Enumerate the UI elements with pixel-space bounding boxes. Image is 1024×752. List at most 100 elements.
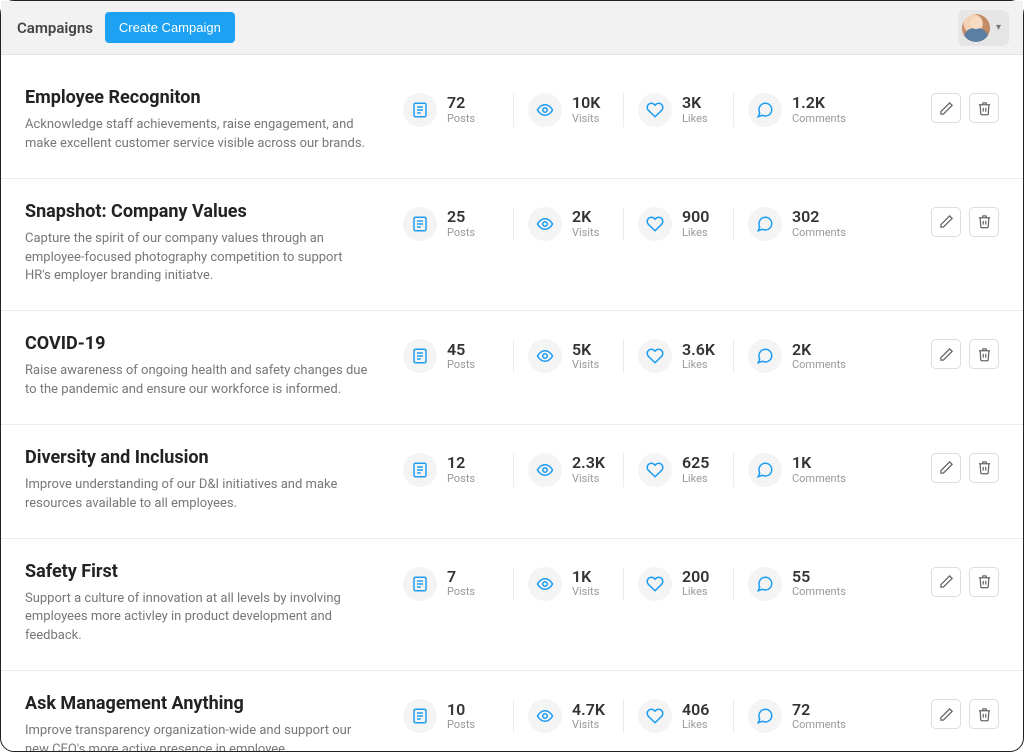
- stat-comments: 1K Comments: [733, 453, 860, 487]
- stat-likes: 900 Likes: [623, 207, 733, 241]
- stat-comments: 1.2K Comments: [733, 93, 860, 127]
- stat-comments: 2K Comments: [733, 339, 860, 373]
- eye-icon: [528, 339, 562, 373]
- stat-label: Likes: [682, 359, 715, 372]
- user-menu[interactable]: ▾: [958, 10, 1009, 46]
- stat-value: 1K: [572, 568, 599, 586]
- campaign-stats: 72 Posts 10K Visits 3K Likes: [403, 87, 913, 127]
- stat-label: Likes: [682, 473, 709, 486]
- delete-button[interactable]: [969, 339, 999, 369]
- chevron-down-icon: ▾: [996, 22, 1001, 33]
- stat-label: Visits: [572, 586, 599, 599]
- stat-value: 2K: [572, 208, 599, 226]
- pencil-icon: [939, 460, 954, 475]
- stat-value: 10: [447, 701, 475, 719]
- campaign-info: Diversity and Inclusion Improve understa…: [25, 447, 385, 514]
- stat-value: 55: [792, 568, 846, 586]
- campaign-info: Snapshot: Company Values Capture the spi…: [25, 201, 385, 287]
- stat-label: Likes: [682, 586, 709, 599]
- stat-label: Likes: [682, 719, 709, 732]
- row-actions: [931, 693, 999, 729]
- posts-icon: [403, 699, 437, 733]
- campaign-title: Safety First: [25, 561, 369, 582]
- create-campaign-button[interactable]: Create Campaign: [105, 12, 235, 43]
- stat-value: 406: [682, 701, 709, 719]
- campaign-row: Diversity and Inclusion Improve understa…: [1, 425, 1023, 539]
- heart-icon: [638, 453, 672, 487]
- delete-button[interactable]: [969, 93, 999, 123]
- stat-value: 2K: [792, 341, 846, 359]
- stat-label: Comments: [792, 586, 846, 599]
- campaign-stats: 45 Posts 5K Visits 3.6K Likes: [403, 333, 913, 373]
- campaign-description: Improve understanding of our D&I initiat…: [25, 476, 369, 514]
- stat-likes: 625 Likes: [623, 453, 733, 487]
- campaign-description: Capture the spirit of our company values…: [25, 230, 369, 287]
- delete-button[interactable]: [969, 207, 999, 237]
- stat-visits: 2K Visits: [513, 207, 623, 241]
- trash-icon: [977, 460, 992, 475]
- stat-visits: 10K Visits: [513, 93, 623, 127]
- pencil-icon: [939, 347, 954, 362]
- stat-comments: 55 Comments: [733, 567, 860, 601]
- campaign-title: Employee Recogniton: [25, 87, 369, 108]
- stat-label: Posts: [447, 586, 475, 599]
- campaign-description: Acknowledge staff achievements, raise en…: [25, 116, 369, 154]
- campaign-row: Employee Recogniton Acknowledge staff ac…: [1, 65, 1023, 179]
- stat-label: Posts: [447, 359, 475, 372]
- stat-value: 10K: [572, 94, 600, 112]
- stat-value: 2.3K: [572, 454, 605, 472]
- pencil-icon: [939, 707, 954, 722]
- delete-button[interactable]: [969, 567, 999, 597]
- heart-icon: [638, 567, 672, 601]
- campaign-row: Safety First Support a culture of innova…: [1, 539, 1023, 672]
- edit-button[interactable]: [931, 699, 961, 729]
- pencil-icon: [939, 214, 954, 229]
- campaign-stats: 12 Posts 2.3K Visits 625 Likes: [403, 447, 913, 487]
- stat-label: Visits: [572, 227, 599, 240]
- edit-button[interactable]: [931, 93, 961, 123]
- stat-value: 25: [447, 208, 475, 226]
- campaign-info: COVID-19 Raise awareness of ongoing heal…: [25, 333, 385, 400]
- row-actions: [931, 87, 999, 123]
- stat-comments: 302 Comments: [733, 207, 860, 241]
- heart-icon: [638, 207, 672, 241]
- campaign-title: Ask Management Anything: [25, 693, 369, 714]
- eye-icon: [528, 93, 562, 127]
- campaign-title: COVID-19: [25, 333, 369, 354]
- edit-button[interactable]: [931, 207, 961, 237]
- comment-icon: [748, 699, 782, 733]
- edit-button[interactable]: [931, 339, 961, 369]
- pencil-icon: [939, 574, 954, 589]
- stat-label: Posts: [447, 719, 475, 732]
- trash-icon: [977, 574, 992, 589]
- row-actions: [931, 561, 999, 597]
- stat-value: 4.7K: [572, 701, 605, 719]
- stat-value: 200: [682, 568, 709, 586]
- comment-icon: [748, 339, 782, 373]
- edit-button[interactable]: [931, 453, 961, 483]
- stat-value: 625: [682, 454, 709, 472]
- stat-label: Comments: [792, 359, 846, 372]
- stat-value: 72: [792, 701, 846, 719]
- posts-icon: [403, 567, 437, 601]
- campaign-description: Raise awareness of ongoing health and sa…: [25, 362, 369, 400]
- posts-icon: [403, 453, 437, 487]
- stat-label: Comments: [792, 719, 846, 732]
- heart-icon: [638, 339, 672, 373]
- trash-icon: [977, 347, 992, 362]
- pencil-icon: [939, 101, 954, 116]
- stat-likes: 406 Likes: [623, 699, 733, 733]
- page-title: Campaigns: [17, 19, 93, 37]
- trash-icon: [977, 101, 992, 116]
- delete-button[interactable]: [969, 453, 999, 483]
- campaign-description: Improve transparency organization-wide a…: [25, 722, 369, 751]
- comment-icon: [748, 207, 782, 241]
- delete-button[interactable]: [969, 699, 999, 729]
- stat-label: Likes: [682, 227, 709, 240]
- campaign-info: Ask Management Anything Improve transpar…: [25, 693, 385, 751]
- eye-icon: [528, 453, 562, 487]
- edit-button[interactable]: [931, 567, 961, 597]
- stat-visits: 4.7K Visits: [513, 699, 623, 733]
- top-bar: Campaigns Create Campaign ▾: [1, 1, 1023, 55]
- heart-icon: [638, 93, 672, 127]
